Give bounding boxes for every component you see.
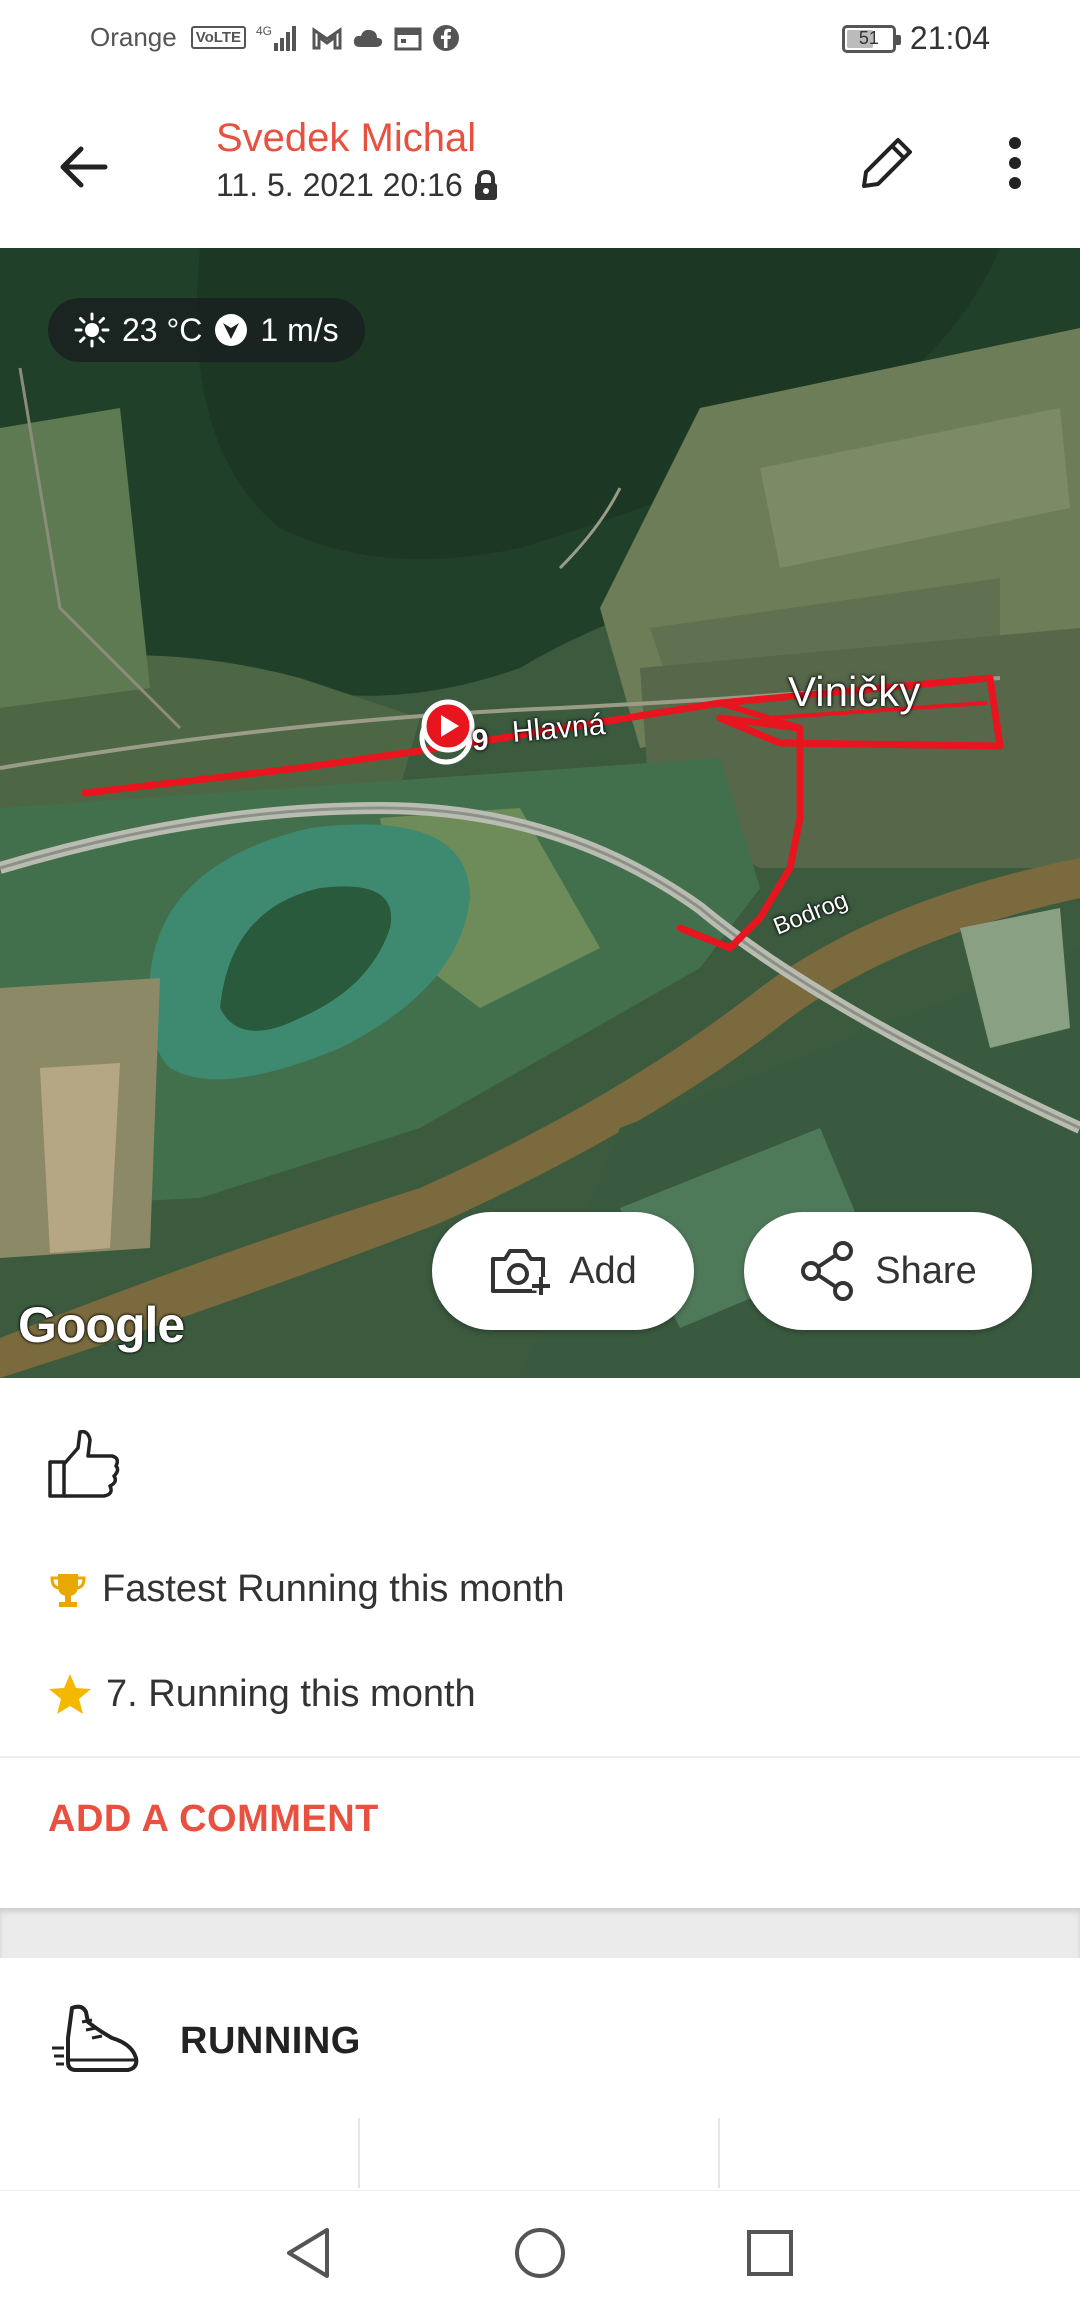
activity-date-row: 11. 5. 2021 20:16 — [216, 167, 499, 204]
star-icon — [49, 1674, 91, 1714]
user-name[interactable]: Svedek Michal — [216, 116, 499, 161]
sport-section: RUNNING — [0, 1958, 1080, 2188]
nav-back-button[interactable] — [276, 2221, 340, 2285]
share-button[interactable]: Share — [744, 1212, 1032, 1330]
back-arrow-icon — [60, 146, 108, 188]
add-photo-label: Add — [569, 1249, 637, 1292]
section-separator — [0, 1908, 1080, 1958]
app-bar: Svedek Michal 11. 5. 2021 20:16 — [0, 80, 1080, 248]
more-options-button[interactable] — [980, 128, 1050, 198]
divider — [0, 1756, 1080, 1758]
route-map[interactable]: 23 °C 1 m/s Viničky 9 Hlavná Bodrog Add … — [0, 248, 1080, 1378]
system-nav-bar — [0, 2190, 1080, 2312]
sport-type: RUNNING — [180, 2020, 361, 2062]
title-block: Svedek Michal 11. 5. 2021 20:16 — [216, 116, 499, 204]
network-type: 4G — [256, 24, 272, 38]
add-photo-icon — [491, 1249, 551, 1295]
achievement-item[interactable]: Fastest Running this month — [48, 1568, 565, 1611]
share-icon — [801, 1241, 854, 1301]
achievement-text: 7. Running this month — [106, 1672, 476, 1715]
facebook-icon — [432, 24, 460, 52]
nav-home-icon — [515, 2228, 565, 2278]
add-photo-button[interactable]: Add — [432, 1212, 694, 1330]
stat-column-divider — [718, 2118, 720, 2188]
nav-recents-icon — [747, 2230, 793, 2276]
map-label-street-number: 9 — [470, 723, 490, 758]
carrier-name: Orange — [90, 22, 177, 52]
calendar-icon — [394, 25, 422, 51]
back-button[interactable] — [48, 132, 118, 202]
cloud-icon — [352, 27, 384, 49]
more-vert-icon — [1009, 137, 1021, 189]
edit-button[interactable] — [852, 128, 922, 198]
nav-recents-button[interactable] — [738, 2221, 802, 2285]
wind-direction-icon — [215, 314, 248, 346]
activity-date: 11. 5. 2021 20:16 — [216, 167, 463, 203]
battery-level: 51 — [858, 28, 879, 48]
volte-icon: VoLTE — [190, 26, 247, 49]
pencil-icon — [862, 138, 912, 188]
trophy-icon — [50, 1573, 86, 1607]
signal-icon: 4G — [256, 23, 302, 53]
clock: 21:04 — [909, 20, 990, 56]
google-logo: Google — [18, 1297, 185, 1353]
like-button[interactable] — [44, 1424, 124, 1504]
thumbs-up-icon — [48, 1429, 120, 1498]
temperature: 23 °C — [122, 311, 203, 348]
share-label: Share — [875, 1249, 977, 1292]
gmail-icon — [312, 26, 342, 50]
lock-icon — [474, 169, 497, 200]
map-label-village: Viničky — [788, 668, 921, 715]
weather-chip: 23 °C 1 m/s — [48, 298, 365, 362]
satellite-map-image — [0, 248, 1080, 1378]
nav-back-icon — [287, 2228, 329, 2278]
sun-icon — [74, 312, 110, 348]
running-shoe-icon — [52, 2004, 139, 2072]
status-bar: Orange VoLTE 4G 51 21:04 — [0, 0, 1080, 80]
achievement-text: Fastest Running this month — [102, 1568, 565, 1610]
add-comment-button[interactable]: ADD A COMMENT — [48, 1798, 379, 1841]
wind-speed: 1 m/s — [260, 311, 339, 348]
nav-home-button[interactable] — [508, 2221, 572, 2285]
stat-column-divider — [358, 2118, 360, 2188]
achievement-item[interactable]: 7. Running this month — [48, 1672, 476, 1716]
battery-indicator: 51 — [841, 24, 901, 53]
